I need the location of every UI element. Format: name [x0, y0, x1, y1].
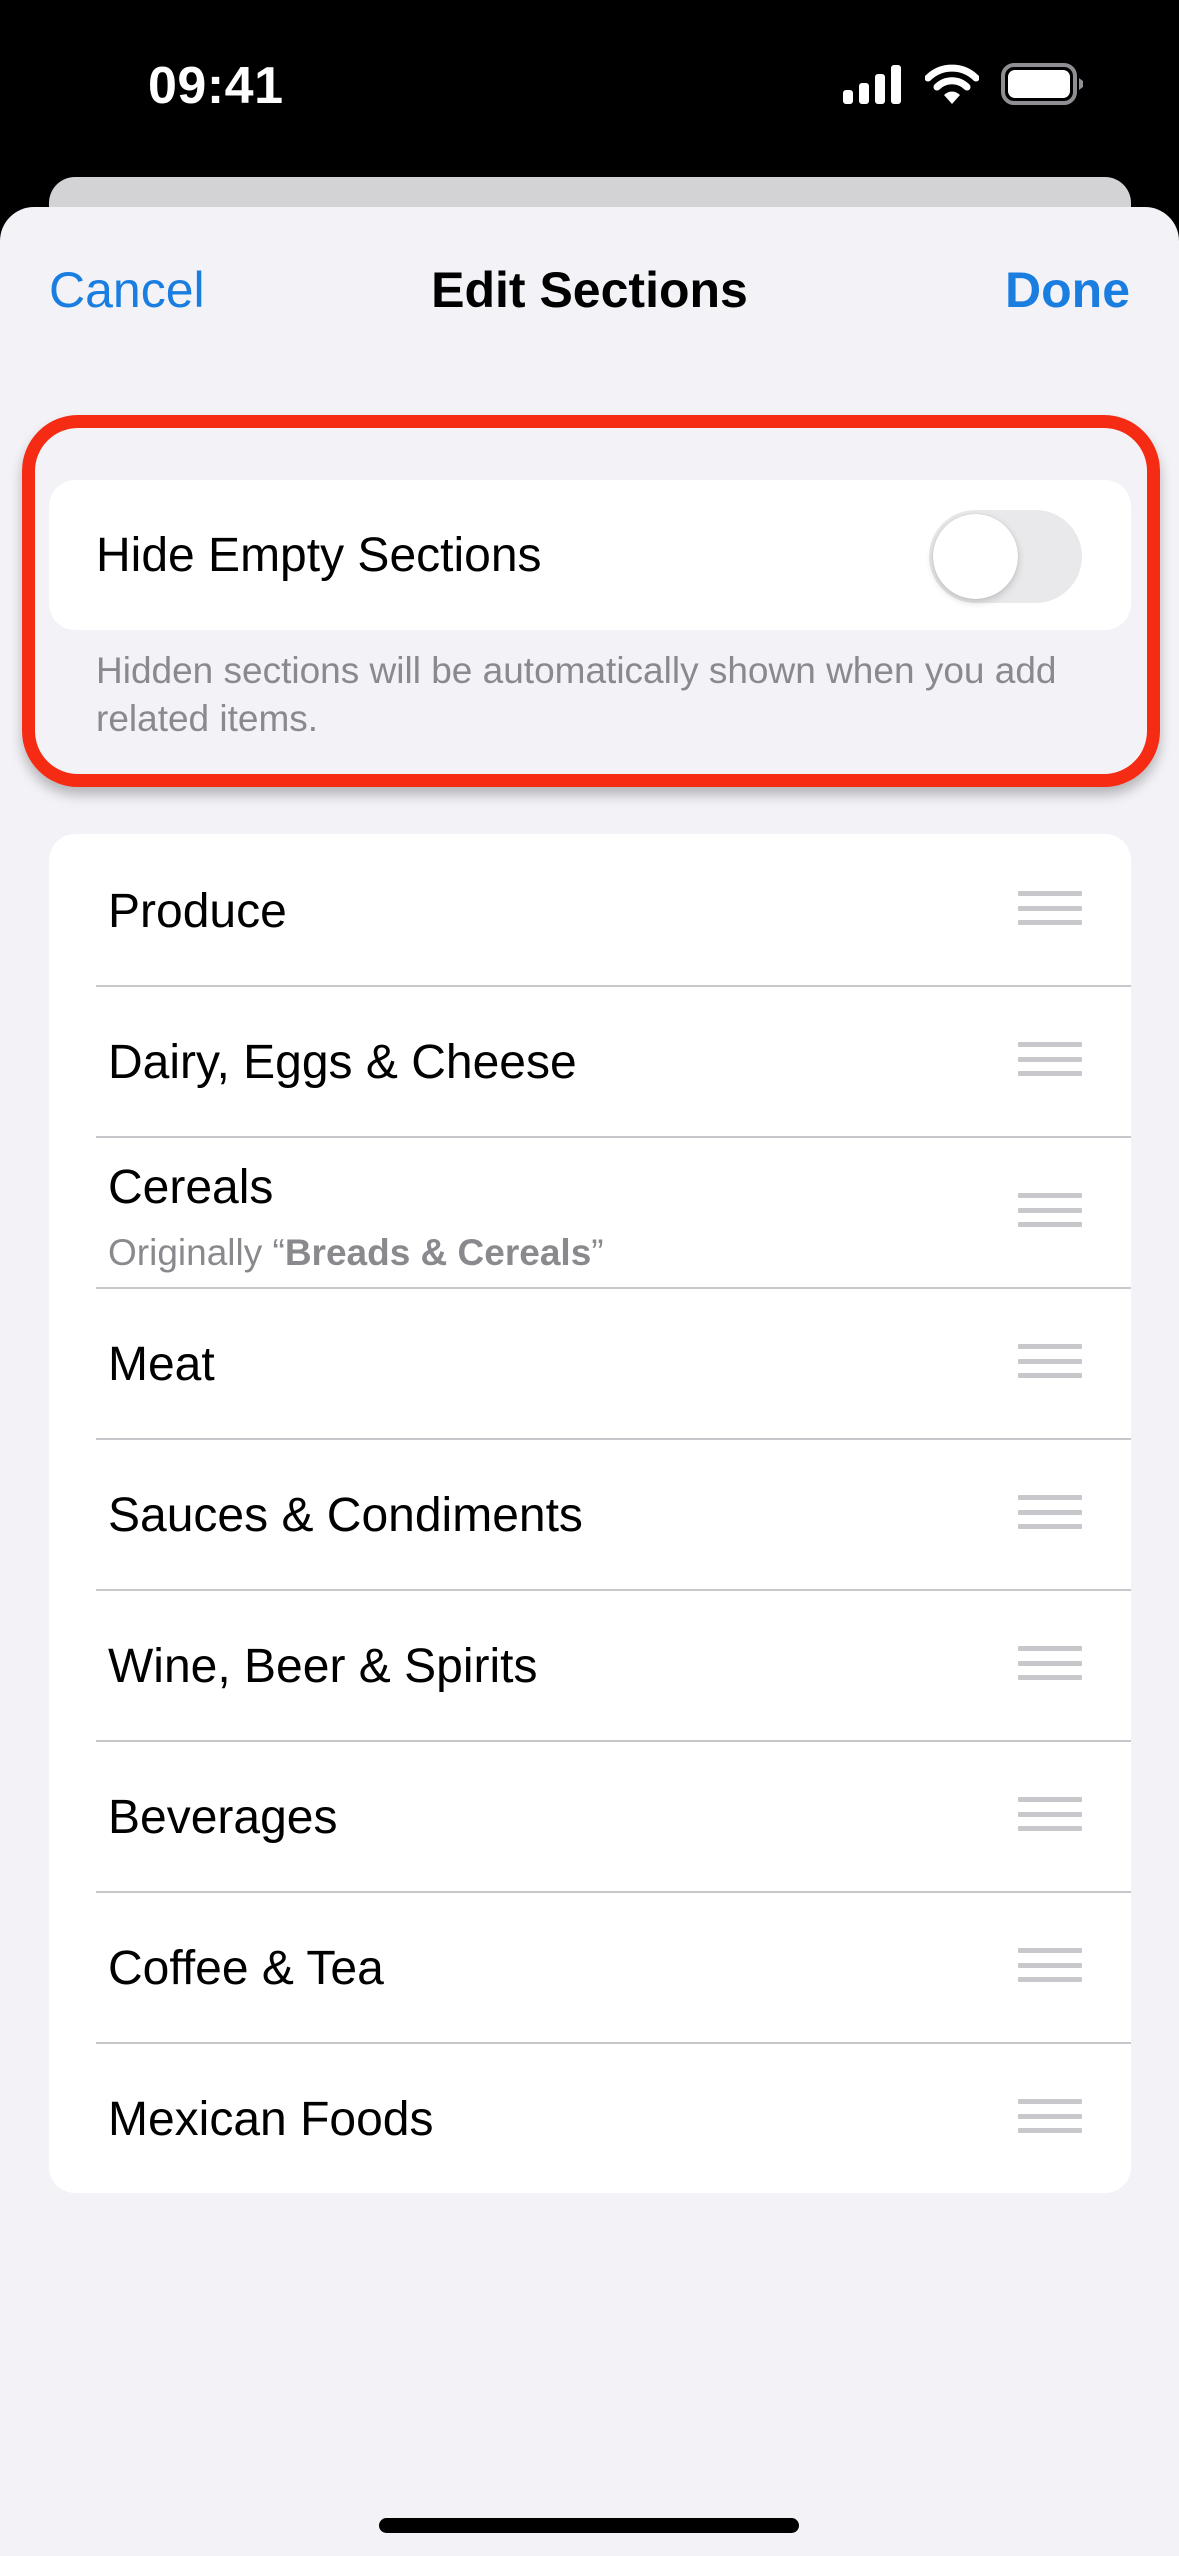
status-time: 09:41: [148, 57, 284, 115]
hide-empty-sections-footnote: Hidden sections will be automatically sh…: [96, 650, 1057, 739]
edit-sections-sheet: Cancel Edit Sections Done Hide Empty Sec…: [0, 207, 1179, 2556]
drag-handle-icon[interactable]: [1018, 1646, 1082, 1684]
subtitle-prefix: Originally “: [108, 1232, 285, 1273]
drag-handle-icon[interactable]: [1018, 891, 1082, 929]
hide-empty-sections-row: Hide Empty Sections: [49, 480, 1131, 630]
section-original-name: Originally “Breads & Cereals”: [108, 1232, 604, 1274]
section-title: Dairy, Eggs & Cheese: [108, 1036, 577, 1089]
list-item[interactable]: Mexican Foods: [49, 2042, 1131, 2193]
drag-handle-icon[interactable]: [1018, 1797, 1082, 1835]
subtitle-original-name: Breads & Cereals: [284, 1232, 592, 1273]
section-title: Meat: [108, 1338, 215, 1391]
drag-handle-icon[interactable]: [1018, 2099, 1082, 2137]
sections-list: Produce Dairy, Eggs & Cheese Cereals Ori…: [49, 834, 1131, 2193]
done-button[interactable]: Done: [1005, 261, 1130, 319]
cancel-button[interactable]: Cancel: [49, 261, 205, 319]
section-title: Produce: [108, 885, 287, 938]
drag-handle-icon[interactable]: [1018, 1344, 1082, 1382]
drag-handle-icon[interactable]: [1018, 1948, 1082, 1986]
drag-handle-icon[interactable]: [1018, 1193, 1082, 1231]
list-item[interactable]: Dairy, Eggs & Cheese: [49, 985, 1131, 1136]
hide-empty-sections-toggle[interactable]: [929, 510, 1082, 603]
list-item[interactable]: Produce: [49, 834, 1131, 985]
list-item[interactable]: Wine, Beer & Spirits: [49, 1589, 1131, 1740]
section-title: Cereals: [108, 1161, 274, 1214]
status-icons: [843, 62, 1085, 106]
subtitle-suffix: ”: [591, 1232, 604, 1273]
cellular-signal-icon: [843, 65, 901, 104]
section-title: Sauces & Condiments: [108, 1489, 583, 1542]
battery-icon: [1001, 63, 1083, 105]
section-title: Mexican Foods: [108, 2093, 434, 2146]
list-item[interactable]: Sauces & Condiments: [49, 1438, 1131, 1589]
navigation-bar: Cancel Edit Sections Done: [0, 207, 1179, 377]
status-bar: 09:41: [0, 0, 1179, 170]
drag-handle-icon[interactable]: [1018, 1042, 1082, 1080]
list-item[interactable]: Beverages: [49, 1740, 1131, 1891]
section-title: Wine, Beer & Spirits: [108, 1640, 538, 1693]
toggle-knob: [933, 514, 1018, 599]
section-title: Coffee & Tea: [108, 1942, 384, 1995]
drag-handle-icon[interactable]: [1018, 1495, 1082, 1533]
list-item[interactable]: Meat: [49, 1287, 1131, 1438]
list-item[interactable]: Cereals Originally “Breads & Cereals”: [49, 1136, 1131, 1287]
home-indicator[interactable]: [379, 2518, 799, 2533]
list-item[interactable]: Coffee & Tea: [49, 1891, 1131, 2042]
section-title: Beverages: [108, 1791, 338, 1844]
wifi-icon: [925, 64, 979, 104]
hide-empty-sections-label: Hide Empty Sections: [96, 529, 542, 582]
